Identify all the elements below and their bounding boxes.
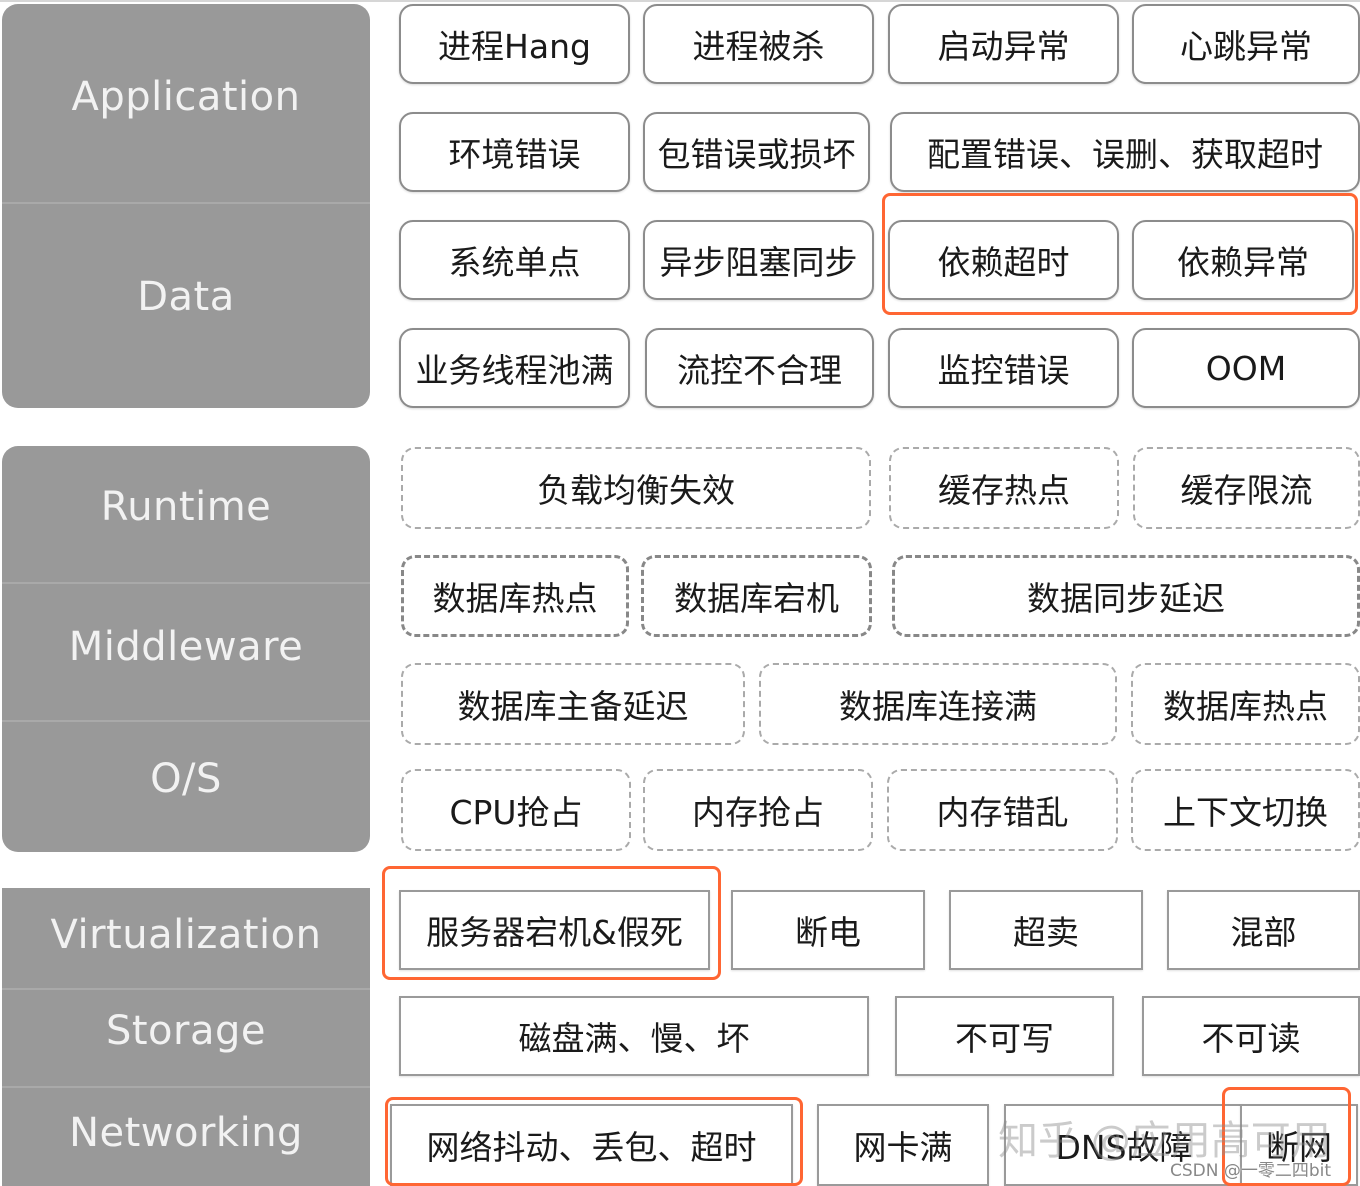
layer-divider bbox=[2, 582, 370, 584]
fault-box: 流控不合理 bbox=[645, 328, 874, 408]
layer-label-middleware: Middleware bbox=[68, 624, 304, 670]
fault-box: 磁盘满、慢、坏 bbox=[399, 996, 869, 1076]
fault-box: 配置错误、误删、获取超时 bbox=[890, 112, 1360, 192]
fault-box: 内存错乱 bbox=[887, 769, 1118, 851]
layer-label-virtualization: Virtualization bbox=[50, 912, 322, 958]
fault-box: 混部 bbox=[1167, 890, 1360, 970]
fault-box: CPU抢占 bbox=[401, 769, 631, 851]
fault-box: 进程Hang bbox=[399, 4, 630, 84]
layer-divider bbox=[2, 202, 370, 204]
layer-divider bbox=[2, 1086, 370, 1088]
watermark-csdn: CSDN @一零二四bit bbox=[1170, 1161, 1332, 1181]
fault-box: 数据库热点 bbox=[1131, 663, 1360, 745]
layer-label-application: Application bbox=[71, 74, 301, 120]
layer-group-runtime-middleware-os: Runtime Middleware O/S bbox=[2, 446, 370, 852]
layer-label-networking: Networking bbox=[69, 1110, 303, 1156]
layer-label-storage: Storage bbox=[105, 1008, 266, 1054]
fault-box: 缓存热点 bbox=[889, 447, 1119, 529]
layer-divider bbox=[2, 720, 370, 722]
fault-box: 上下文切换 bbox=[1131, 769, 1360, 851]
fault-box: 数据同步延迟 bbox=[892, 555, 1360, 637]
fault-box: 监控错误 bbox=[888, 328, 1119, 408]
fault-box: 包错误或损坏 bbox=[643, 112, 870, 192]
fault-box: 数据库连接满 bbox=[759, 663, 1117, 745]
top-border bbox=[0, 0, 1360, 2]
fault-box: 不可写 bbox=[895, 996, 1114, 1076]
layer-group-infrastructure: Virtualization Storage Networking bbox=[2, 888, 370, 1186]
fault-box: 超卖 bbox=[949, 890, 1143, 970]
fault-box: 依赖超时 bbox=[888, 220, 1119, 300]
fault-box: 内存抢占 bbox=[643, 769, 873, 851]
fault-box: 网卡满 bbox=[817, 1104, 989, 1186]
fault-box: 服务器宕机&假死 bbox=[399, 890, 710, 970]
layer-divider bbox=[2, 988, 370, 990]
fault-box: 系统单点 bbox=[399, 220, 630, 300]
layer-label-os: O/S bbox=[150, 756, 222, 802]
fault-box: 进程被杀 bbox=[643, 4, 874, 84]
fault-box: 不可读 bbox=[1142, 996, 1360, 1076]
fault-box: 网络抖动、丢包、超时 bbox=[390, 1104, 793, 1186]
fault-box: 环境错误 bbox=[399, 112, 630, 192]
fault-box: 依赖异常 bbox=[1132, 220, 1354, 300]
fault-box: 数据库宕机 bbox=[641, 555, 872, 637]
fault-box: 心跳异常 bbox=[1132, 4, 1360, 84]
layer-label-runtime: Runtime bbox=[100, 484, 272, 530]
fault-box: 数据库主备延迟 bbox=[401, 663, 745, 745]
fault-box: OOM bbox=[1132, 328, 1360, 408]
fault-box: 异步阻塞同步 bbox=[643, 220, 874, 300]
fault-box: 业务线程池满 bbox=[399, 328, 630, 408]
fault-box: 缓存限流 bbox=[1133, 447, 1360, 529]
layer-label-data: Data bbox=[137, 274, 235, 320]
fault-box: 启动异常 bbox=[888, 4, 1119, 84]
layer-group-app-data: Application Data bbox=[2, 4, 370, 408]
fault-box: 数据库热点 bbox=[401, 555, 629, 637]
fault-box: 断电 bbox=[731, 890, 925, 970]
fault-box: 负载均衡失效 bbox=[401, 447, 871, 529]
